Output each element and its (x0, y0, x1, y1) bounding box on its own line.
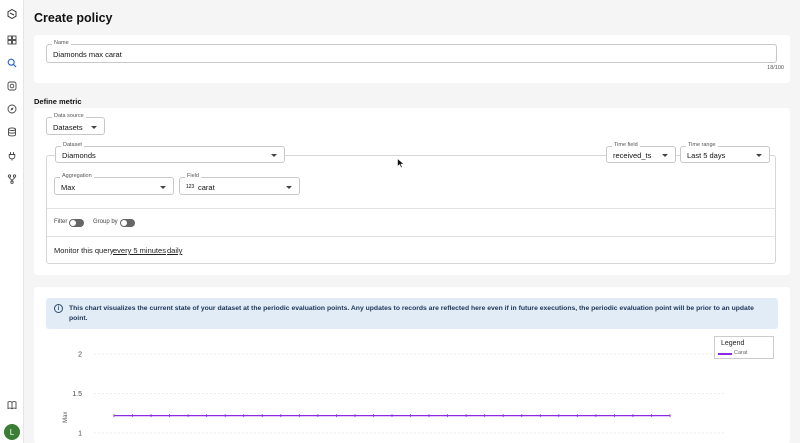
chevron-down-icon (756, 154, 762, 157)
database-icon[interactable] (6, 126, 18, 138)
legend-swatch (718, 353, 732, 355)
filter-toggle[interactable] (69, 219, 84, 227)
book-icon[interactable] (6, 399, 18, 411)
avatar[interactable]: L (4, 424, 20, 440)
field-value: carat (198, 183, 215, 192)
dataset-value: Diamonds (62, 151, 96, 160)
legend-item: Carat (734, 350, 748, 356)
field-label: Field (185, 173, 201, 179)
time-range-value: Last 5 days (687, 151, 726, 160)
y-tick-label: 1 (78, 431, 82, 438)
data-source-label: Data source (52, 113, 86, 119)
chevron-down-icon (271, 154, 277, 157)
search-icon[interactable] (6, 57, 18, 69)
monitor-text: Monitor this query (54, 246, 114, 255)
mouse-cursor-icon (397, 158, 405, 169)
name-field-value: Diamonds max carat (53, 50, 122, 59)
field-select[interactable]: Field 123 carat (179, 173, 300, 195)
y-tick-label: 1.5 (72, 391, 82, 398)
filter-label: Filter (54, 219, 68, 225)
divider (47, 236, 775, 237)
legend-title: Legend (721, 340, 745, 347)
chart-legend: Legend Carat (714, 336, 774, 359)
number-type-icon: 123 (186, 184, 195, 190)
monitor-daily-link[interactable]: daily (167, 246, 182, 255)
chevron-down-icon (286, 186, 292, 189)
time-range-select[interactable]: Time range Last 5 days (680, 142, 770, 163)
name-field[interactable]: Name Diamonds max carat (46, 40, 777, 63)
monitor-interval-link[interactable]: every 5 minutes (113, 246, 166, 255)
dataset-select[interactable]: Dataset Diamonds (55, 142, 285, 163)
aggregation-value: Max (61, 183, 76, 192)
time-range-label: Time range (686, 142, 718, 148)
section-title-define-metric: Define metric (34, 97, 82, 106)
dashboard-icon[interactable] (6, 34, 18, 46)
name-field-label: Name (52, 40, 71, 46)
data-source-select[interactable]: Data source Datasets (46, 113, 105, 135)
page-title: Create policy (34, 11, 113, 25)
plug-icon[interactable] (6, 150, 18, 162)
chevron-down-icon (91, 126, 97, 129)
name-card: Name Diamonds max carat 18/100 (34, 35, 790, 83)
time-field-label: Time field (612, 142, 640, 148)
data-source-value: Datasets (53, 123, 83, 132)
branch-icon[interactable] (6, 173, 18, 185)
compass-icon[interactable] (6, 103, 18, 115)
group-by-toggle[interactable] (120, 219, 135, 227)
line-chart: 2 1.5 1 Max (63, 352, 724, 438)
chart-card: i This chart visualizes the current stat… (34, 287, 790, 443)
instagram-icon[interactable] (6, 80, 18, 92)
chevron-down-icon (662, 154, 668, 157)
logo-icon[interactable] (6, 8, 18, 20)
divider (47, 208, 775, 209)
dataset-label: Dataset (61, 142, 84, 148)
chevron-down-icon (160, 186, 166, 189)
char-count: 18/100 (767, 65, 784, 71)
metric-card: Data source Datasets Aggregation Max Fie… (34, 108, 790, 275)
group-by-label: Group by (93, 219, 118, 225)
time-field-select[interactable]: Time field received_ts (606, 142, 676, 163)
query-box: Aggregation Max Field 123 carat Filter G… (46, 155, 776, 264)
sidebar: L (0, 0, 24, 443)
y-axis-label: Max (63, 412, 69, 423)
time-field-value: received_ts (613, 151, 652, 160)
aggregation-label: Aggregation (60, 173, 94, 179)
y-tick-label: 2 (78, 352, 82, 359)
main-content: Create policy Name Diamonds max carat 18… (24, 0, 800, 443)
aggregation-select[interactable]: Aggregation Max (54, 173, 174, 195)
